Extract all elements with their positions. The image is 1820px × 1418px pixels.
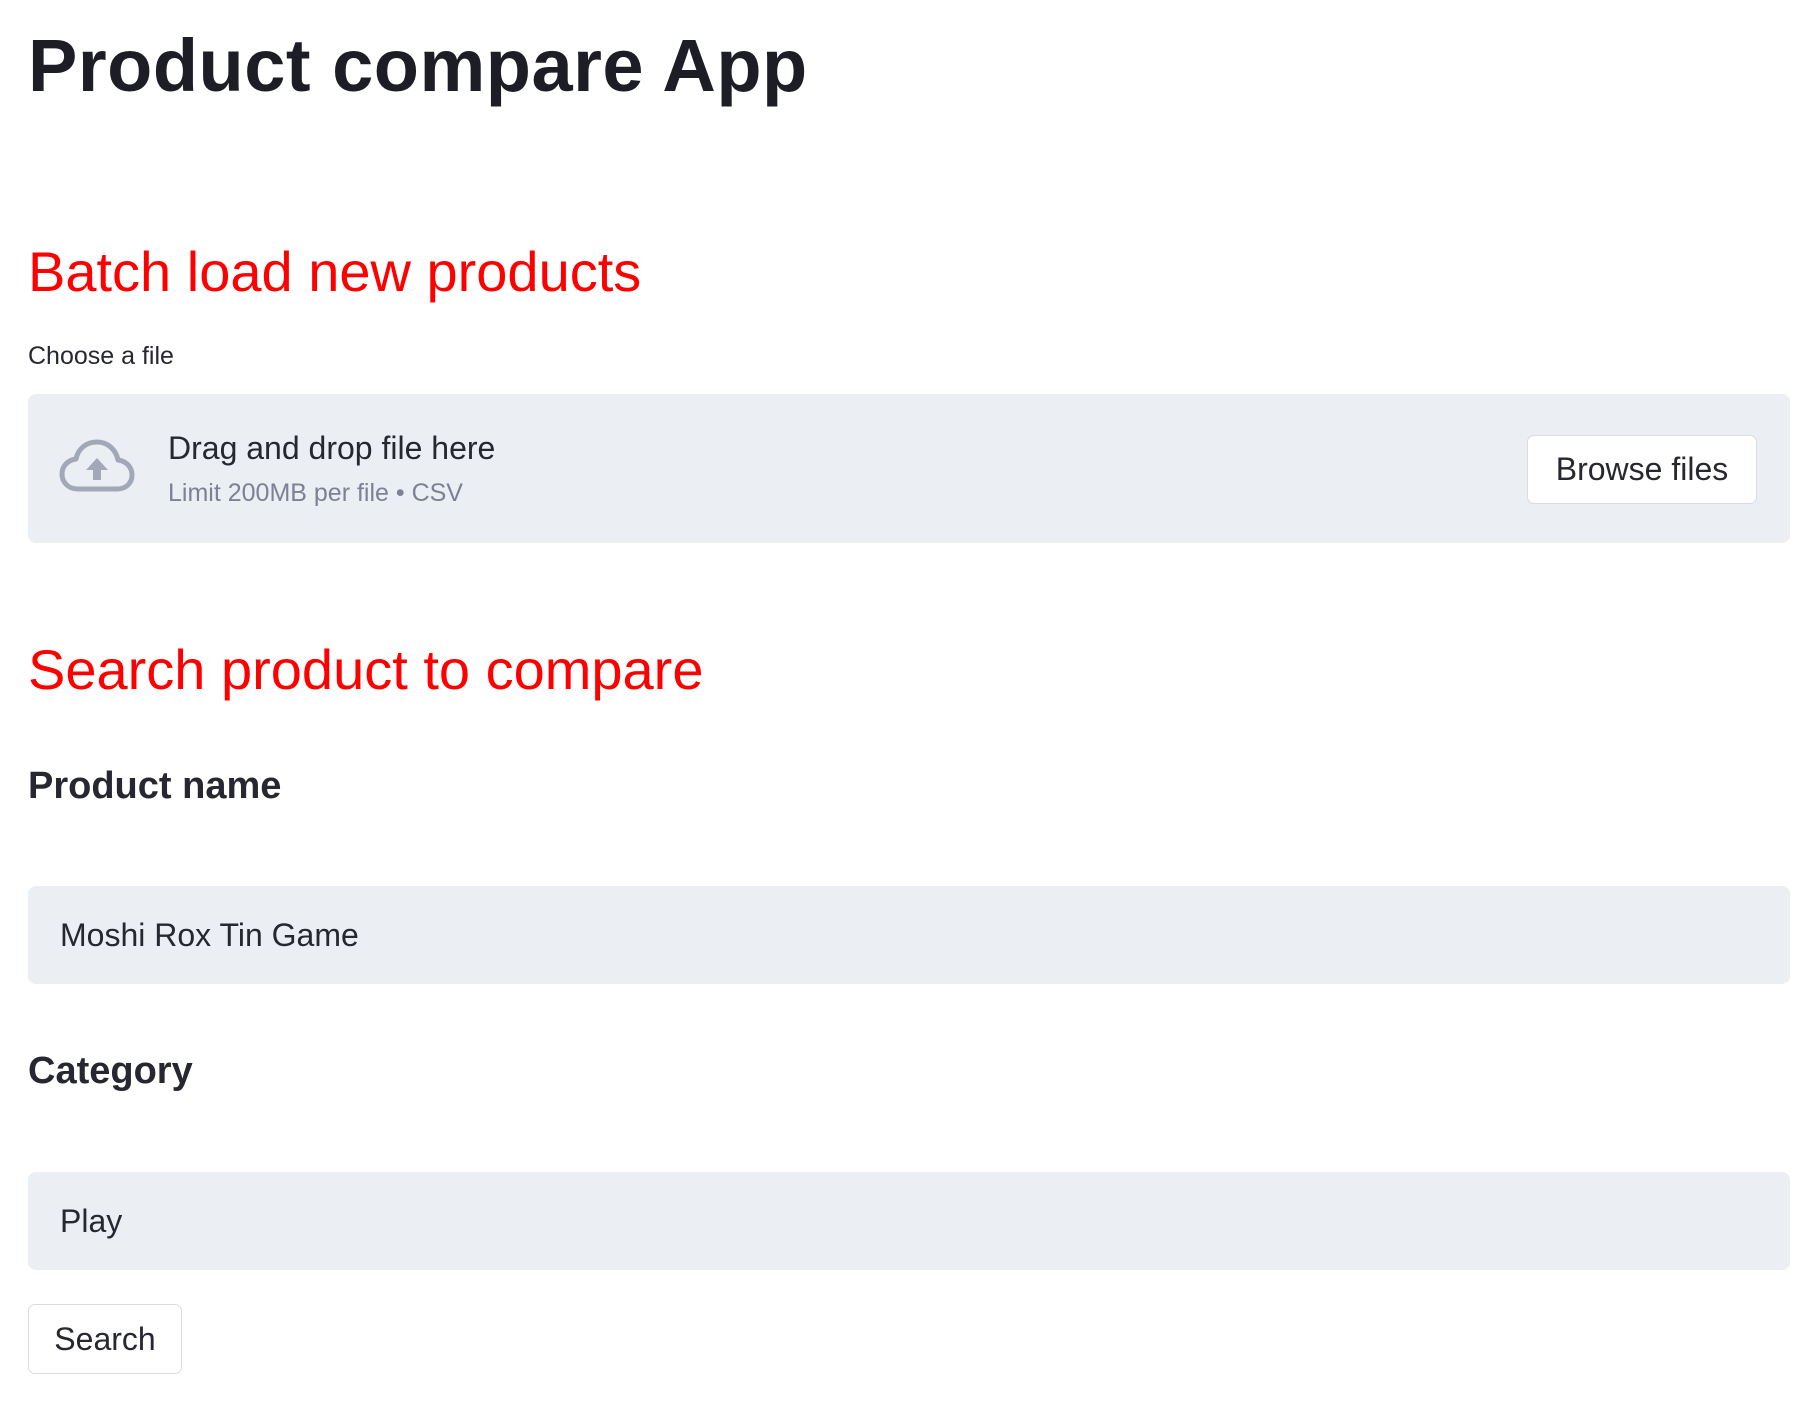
file-dropzone[interactable]: Drag and drop file here Limit 200MB per … — [28, 394, 1790, 543]
category-input[interactable] — [28, 1172, 1790, 1270]
file-uploader-label: Choose a file — [28, 342, 174, 370]
dropzone-title: Drag and drop file here — [168, 430, 496, 466]
app-title: Product compare App — [28, 24, 808, 107]
product-name-label: Product name — [28, 765, 282, 807]
batch-load-heading: Batch load new products — [28, 240, 642, 303]
browse-files-button[interactable]: Browse files — [1527, 435, 1757, 504]
product-name-input[interactable] — [28, 886, 1790, 984]
search-compare-heading: Search product to compare — [28, 638, 704, 701]
cloud-upload-icon — [59, 439, 135, 492]
category-label: Category — [28, 1050, 193, 1092]
dropzone-instructions: Drag and drop file here Limit 200MB per … — [168, 430, 495, 508]
search-button[interactable]: Search — [28, 1304, 182, 1374]
dropzone-limit-text: Limit 200MB per file • CSV — [168, 479, 463, 507]
